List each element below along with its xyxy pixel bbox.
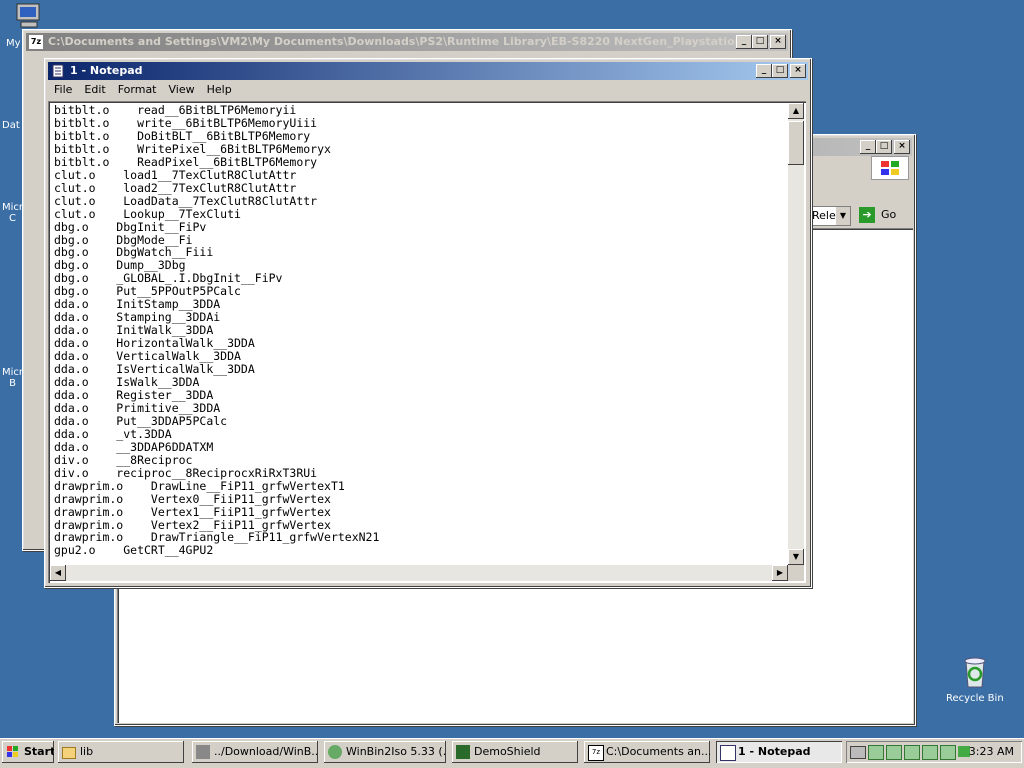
text-line[interactable]: dda.o Primitive__3DDA [54, 401, 379, 415]
notepad-icon [51, 64, 65, 78]
text-line[interactable]: dda.o Put__3DDAP5PCalc [54, 414, 379, 428]
text-line[interactable]: dbg.o DbgInit__FiPv [54, 220, 379, 234]
maximize-button[interactable]: □ [772, 64, 788, 78]
text-line[interactable]: clut.o load2__7TexClutR8ClutAttr [54, 181, 379, 195]
menu-edit[interactable]: Edit [78, 81, 111, 99]
task-label: ../Download/WinB... [214, 745, 318, 758]
keyboard-icon[interactable] [850, 746, 866, 759]
address-dropdown[interactable]: Relea ▼ [811, 206, 851, 226]
folder-title: C:\Documents and Settings\VM2\My Documen… [48, 35, 775, 48]
data-label: Dat [2, 120, 20, 131]
text-line[interactable]: clut.o LoadData__7TexClutR8ClutAttr [54, 194, 379, 208]
network-icon[interactable] [922, 745, 938, 760]
clock[interactable]: 3:23 AM [969, 745, 1014, 758]
task-label: 1 - Notepad [738, 745, 811, 758]
my-computer-label: My [6, 38, 21, 49]
scroll-right-button[interactable]: ▶ [772, 565, 788, 581]
maximize-button[interactable]: □ [876, 140, 892, 154]
text-line[interactable]: gpu2.o GetCRT__4GPU2 [54, 544, 379, 557]
text-line[interactable]: bitblt.o write__6BitBLTP6MemoryUiii [54, 117, 379, 130]
text-line[interactable]: drawprim.o Vertex1__FiiP11_grfwVertex [54, 505, 379, 519]
text-line[interactable]: drawprim.o DrawLine__FiP11_grfwVertexT1 [54, 479, 379, 493]
task-notepad[interactable]: 1 - Notepad [716, 741, 842, 763]
cmd-icon [196, 745, 210, 759]
task-label: WinBin2Iso 5.33 (... [346, 745, 446, 758]
maximize-button[interactable]: □ [752, 35, 768, 49]
folder-titlebar[interactable]: 7z C:\Documents and Settings\VM2\My Docu… [26, 33, 788, 51]
go-button[interactable]: ➔ Go [857, 205, 907, 225]
text-line[interactable]: clut.o Lookup__7TexCluti [54, 207, 379, 221]
text-line[interactable]: drawprim.o Vertex0__FiiP11_grfwVertex [54, 492, 379, 506]
text-line[interactable]: div.o __8Reciproc [54, 453, 379, 467]
text-line[interactable]: bitblt.o ReadPixel__6BitBLTP6Memory [54, 155, 379, 169]
horizontal-scrollbar[interactable]: ◀ ▶ [50, 565, 788, 581]
size-grip[interactable] [788, 565, 804, 581]
start-button[interactable]: Start [2, 741, 54, 763]
task-label: DemoShield [474, 745, 541, 758]
notepad-text-area[interactable]: bitblt.o read__6BitBLTP6Memoryii bitblt.o… [48, 101, 806, 583]
task-lib[interactable]: lib [58, 741, 184, 763]
text-line[interactable]: clut.o load1__7TexClutR8ClutAttr [54, 168, 379, 182]
network-icon[interactable] [904, 745, 920, 760]
go-arrow-icon: ➔ [859, 207, 875, 223]
task-documents[interactable]: 7z C:\Documents an... [584, 741, 710, 763]
network-icon[interactable] [868, 745, 884, 760]
task-label: lib [80, 745, 94, 758]
task-demoshield[interactable]: DemoShield [452, 741, 578, 763]
notepad-window[interactable]: 1 - Notepad _ □ × File Edit Format View … [44, 58, 812, 588]
network-icon[interactable] [940, 745, 956, 760]
minimize-button[interactable]: _ [860, 140, 876, 154]
menu-help[interactable]: Help [201, 81, 238, 99]
menu-format[interactable]: Format [112, 81, 163, 99]
text-line[interactable]: dda.o Register__3DDA [54, 389, 379, 402]
taskbar: Start lib ../Download/WinB... WinBin2Iso… [0, 738, 1024, 768]
text-line[interactable]: bitblt.o WritePixel__6BitBLTP6Memoryx [54, 142, 379, 156]
close-button[interactable]: × [790, 64, 806, 78]
go-label: Go [881, 208, 897, 221]
text-line[interactable]: bitblt.o read__6BitBLTP6Memoryii [54, 104, 379, 117]
chevron-down-icon[interactable]: ▼ [836, 207, 850, 225]
notepad-title: 1 - Notepad [70, 64, 143, 77]
demoshield-icon [456, 745, 470, 759]
folder-icon [62, 747, 76, 759]
text-line[interactable]: bitblt.o DoBitBLT__6BitBLTP6Memory [54, 129, 379, 143]
vertical-scrollbar[interactable]: ▲ ▼ [788, 103, 804, 565]
scroll-thumb[interactable] [788, 121, 804, 165]
app-icon: 7z [588, 745, 604, 761]
minimize-button[interactable]: _ [736, 35, 752, 49]
text-line[interactable]: dda.o _vt.3DDA [54, 427, 379, 441]
task-winbin2iso[interactable]: WinBin2Iso 5.33 (... [324, 741, 446, 763]
my-computer-icon[interactable]: My [2, 2, 52, 49]
app-icon: 7z [29, 35, 43, 49]
close-button[interactable]: × [770, 35, 786, 49]
scroll-up-button[interactable]: ▲ [788, 103, 804, 119]
microsoft-c-label: Micr C [2, 202, 24, 224]
task-label: C:\Documents an... [606, 745, 710, 758]
windows-logo-icon [871, 156, 909, 180]
notepad-menubar: File Edit Format View Help [48, 81, 808, 99]
recycle-bin-icon[interactable]: Recycle Bin [940, 655, 1010, 704]
task-winbin-folder[interactable]: ../Download/WinB... [192, 741, 318, 763]
menu-view[interactable]: View [163, 81, 201, 99]
scroll-down-button[interactable]: ▼ [788, 549, 804, 565]
start-label: Start [24, 745, 54, 758]
cd-icon [328, 745, 342, 759]
microsoft-b-label: Micr B [2, 367, 24, 389]
windows-logo-icon [6, 745, 20, 759]
text-line[interactable]: dda.o __3DDAP6DDATXM [54, 440, 379, 454]
minimize-button[interactable]: _ [756, 64, 772, 78]
recycle-bin-label: Recycle Bin [946, 693, 1004, 704]
notepad-icon [720, 745, 736, 761]
system-tray: 3:23 AM [846, 741, 1022, 763]
network-icon[interactable] [886, 745, 902, 760]
menu-file[interactable]: File [48, 81, 78, 99]
notepad-titlebar[interactable]: 1 - Notepad [48, 62, 808, 80]
scroll-left-button[interactable]: ◀ [50, 565, 66, 581]
close-button[interactable]: × [894, 140, 910, 154]
notepad-content[interactable]: bitblt.o read__6BitBLTP6Memoryii bitblt.o… [54, 104, 379, 557]
text-line[interactable]: div.o reciproc__8ReciprocxRiRxT3RUi [54, 466, 379, 480]
